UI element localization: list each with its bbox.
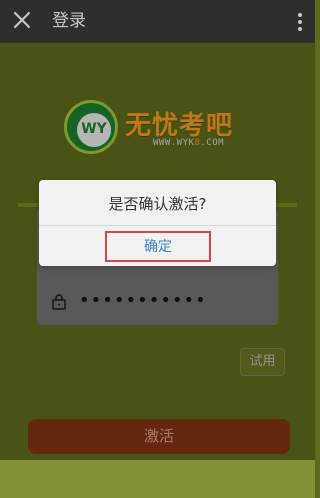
confirm-button[interactable]: 确定 (105, 231, 211, 262)
confirm-dialog: 是否确认激活? 确定 (39, 180, 276, 266)
dialog-divider (39, 225, 276, 226)
dialog-message: 是否确认激活? (108, 195, 207, 213)
